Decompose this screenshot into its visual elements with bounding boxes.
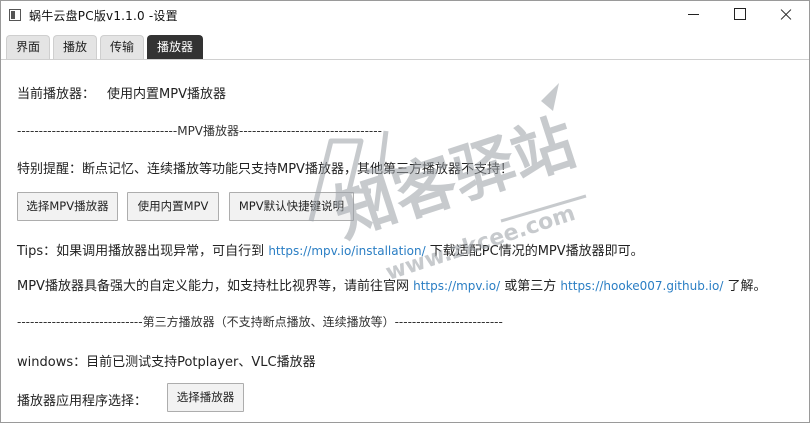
tips-row: Tips：如果调用播放器出现异常，可自行到 https://mpv.io/ins… [17, 240, 644, 259]
tab-interface[interactable]: 界面 [6, 35, 51, 59]
app-icon [9, 9, 21, 21]
window-controls [671, 1, 809, 29]
tips-suffix: 下载适配PC情况的MPV播放器即可。 [429, 244, 644, 259]
tab-playback[interactable]: 播放 [53, 35, 98, 59]
third-party-divider: -----------------------------第三方播放器（不支持断… [17, 315, 503, 329]
select-mpv-button[interactable]: 选择MPV播放器 [17, 192, 118, 221]
watermark-triangle-icon [541, 83, 559, 111]
settings-tabs: 界面 播放 传输 播放器 [1, 35, 809, 60]
watermark-underline [500, 194, 587, 223]
tips-text: Tips：如果调用播放器出现异常，可自行到 [17, 244, 265, 259]
close-icon[interactable] [763, 1, 809, 29]
mpv-official-link[interactable]: https://mpv.io/ [413, 279, 500, 293]
maximize-icon[interactable] [717, 1, 763, 29]
app-select-label: 播放器应用程序选择： [17, 394, 148, 409]
window-title: 蜗牛云盘PC版v1.1.0 -设置 [29, 8, 178, 23]
custom-row: MPV播放器具备强大的自定义能力，如支持杜比视界等，请前往官网 https://… [17, 275, 767, 294]
select-player-button[interactable]: 选择播放器 [167, 383, 244, 412]
custom-middle: 或第三方 [504, 279, 557, 294]
hooke007-link[interactable]: https://hooke007.github.io/ [560, 279, 723, 293]
tab-player[interactable]: 播放器 [147, 35, 204, 59]
title-bar[interactable]: 蜗牛云盘PC版v1.1.0 -设置 [1, 1, 809, 29]
mpv-shortcuts-button[interactable]: MPV默认快捷键说明 [229, 192, 354, 221]
mpv-notice: 特别提醒：断点记忆、连续播放等功能只支持MPV播放器，其他第三方播放器不支持！ [17, 162, 513, 177]
watermark-logo: 知客驿站 www.zkcee.com [308, 83, 587, 286]
settings-window: 蜗牛云盘PC版v1.1.0 -设置 界面 播放 传输 播放器 当前播放器： 使用内… [0, 0, 810, 423]
minimize-icon[interactable] [671, 1, 717, 29]
current-player-value: 使用内置MPV播放器 [107, 87, 226, 102]
custom-suffix: 了解。 [727, 279, 767, 294]
current-player-row: 当前播放器： 使用内置MPV播放器 [17, 83, 226, 102]
mpv-installation-link[interactable]: https://mpv.io/installation/ [268, 244, 425, 258]
windows-support-info: windows：目前已测试支持Potplayer、VLC播放器 [17, 355, 316, 370]
current-player-label: 当前播放器： [17, 87, 96, 102]
custom-text: MPV播放器具备强大的自定义能力，如支持杜比视界等，请前往官网 [17, 279, 409, 294]
mpv-section-divider: -------------------------------------MPV… [17, 124, 382, 138]
tab-transfer[interactable]: 传输 [100, 35, 145, 59]
use-builtin-mpv-button[interactable]: 使用内置MPV [127, 192, 219, 221]
